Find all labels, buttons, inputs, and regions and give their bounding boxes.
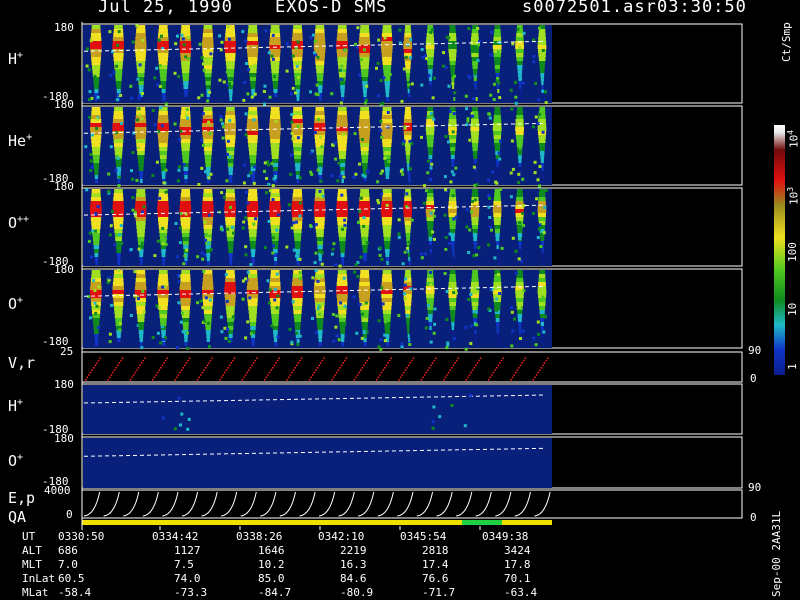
table-cell: -80.9 xyxy=(340,586,374,599)
colorbar-unit: Ct/Smp xyxy=(780,22,793,62)
header-file: s0072501.asr xyxy=(522,0,657,17)
table-cell: 16.3 xyxy=(340,558,367,571)
table-row-label: MLT xyxy=(22,558,42,571)
ytick-top: 180 xyxy=(54,180,74,193)
panel-label-qa: QA xyxy=(8,508,27,526)
table-cell: -71.7 xyxy=(422,586,456,599)
table-cell: 686 xyxy=(58,544,78,557)
header-instrument: EXOS-D SMS xyxy=(275,0,388,17)
table-cell: 60.5 xyxy=(58,572,85,585)
colorbar-tick: 103 xyxy=(786,186,800,205)
table-cell: 84.6 xyxy=(340,572,367,585)
table-row-label: ALT xyxy=(22,544,42,557)
panel-label-ep: E,p xyxy=(8,489,36,507)
colorbar xyxy=(774,125,785,375)
table-row-label: InLat xyxy=(22,572,56,585)
table-cell: -73.3 xyxy=(174,586,208,599)
panel-he-plus xyxy=(81,105,743,188)
table-cell: 17.8 xyxy=(504,558,531,571)
colorbar-tick: 1 xyxy=(786,363,799,370)
table-cell: 2219 xyxy=(340,544,367,557)
table-cell: 17.4 xyxy=(422,558,449,571)
table-cell: -84.7 xyxy=(258,586,292,599)
table-cell: 7.0 xyxy=(58,558,78,571)
panel-ep xyxy=(81,489,743,525)
panel-label-vr: V,r xyxy=(8,354,36,372)
table-cell: 74.0 xyxy=(174,572,201,585)
table-cell: 10.2 xyxy=(258,558,285,571)
qa-bar-flag xyxy=(462,520,502,525)
header-time: 03:30:50 xyxy=(657,0,747,17)
panel-label-h-plus: H+ xyxy=(8,50,24,68)
colorbar-tick: 10 xyxy=(786,302,799,316)
table-row-label: UT xyxy=(22,530,36,543)
right-tick: 90 xyxy=(748,481,762,494)
table-cell: 76.6 xyxy=(422,572,449,585)
table-cell: 0349:38 xyxy=(482,530,529,543)
panel-label-o-plus-2: O+ xyxy=(8,452,24,470)
ytick-zero: 0 xyxy=(66,508,73,521)
panel-vr xyxy=(81,351,743,383)
panel-o-plus xyxy=(81,268,743,351)
table-cell: 2818 xyxy=(422,544,449,557)
ytick-top: 180 xyxy=(54,378,74,391)
header-date: Jul 25, 1990 xyxy=(98,0,233,17)
panel-o-plus-low xyxy=(81,436,743,489)
table-cell: -63.4 xyxy=(504,586,538,599)
ytick-top: 180 xyxy=(54,21,74,34)
table-cell: 0334:42 xyxy=(152,530,199,543)
ytick-top: 180 xyxy=(54,432,74,445)
right-tick: 0 xyxy=(750,372,757,385)
footer-label: Sep-00 2AA31L xyxy=(770,510,783,597)
spectrogram-canvas xyxy=(81,22,785,530)
right-tick: 0 xyxy=(750,511,757,524)
panel-label-he-plus: He+ xyxy=(8,132,33,150)
panel-label-o-plus: O+ xyxy=(8,295,24,313)
table-cell: 0342:10 xyxy=(318,530,365,543)
table-cell: 0330:50 xyxy=(58,530,105,543)
right-tick: 90 xyxy=(748,344,762,357)
ytick-top: 4000 xyxy=(44,484,71,497)
table-cell: 85.0 xyxy=(258,572,285,585)
table-cell: 1127 xyxy=(174,544,201,557)
panel-h-plus xyxy=(81,23,743,106)
ytick-top: 180 xyxy=(54,98,74,111)
ytick-top: 25 xyxy=(60,345,74,358)
table-cell: 0338:26 xyxy=(236,530,283,543)
table-cell: 7.5 xyxy=(174,558,194,571)
colorbar-tick: 104 xyxy=(786,129,800,148)
table-row-label: MLat xyxy=(22,586,49,599)
table-cell: -58.4 xyxy=(58,586,92,599)
colorbar-tick: 100 xyxy=(786,242,799,262)
spectrogram-plot: Jul 25, 1990 EXOS-D SMS s0072501.asr 03:… xyxy=(0,0,800,600)
panel-label-o-plus-plus: O++ xyxy=(8,214,30,232)
table-cell: 70.1 xyxy=(504,572,531,585)
ytick-top: 180 xyxy=(54,263,74,276)
table-cell: 1646 xyxy=(258,544,285,557)
panel-o-plus-plus xyxy=(81,187,743,268)
panel-label-h-plus-2: H+ xyxy=(8,397,24,415)
panel-h-plus-low xyxy=(81,383,743,435)
table-cell: 3424 xyxy=(504,544,531,557)
table-cell: 0345:54 xyxy=(400,530,447,543)
